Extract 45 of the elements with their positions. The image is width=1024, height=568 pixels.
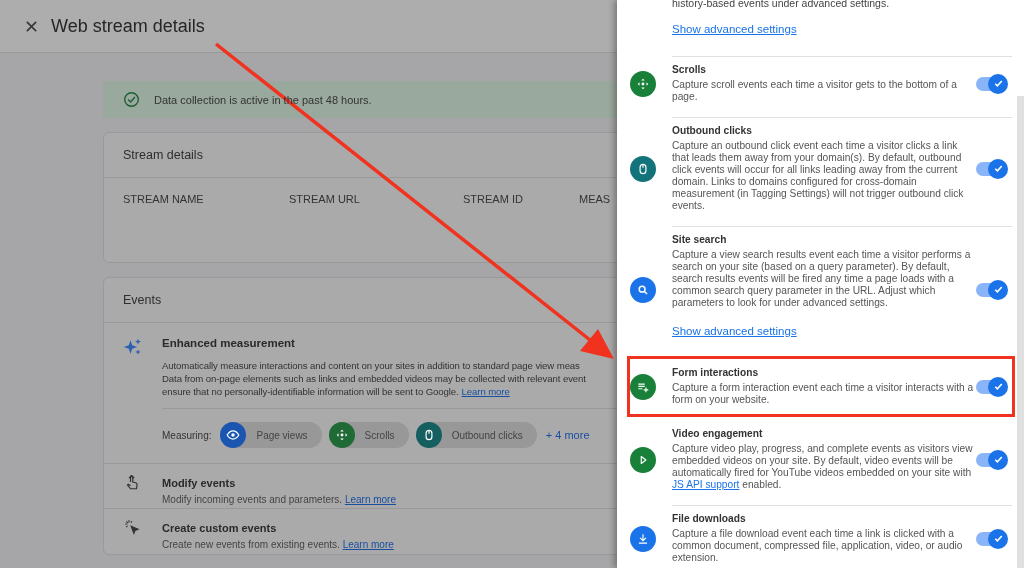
description-text: Automatically measure interactions and content on your sites in addition to standard page view meas bbox=[162, 359, 580, 372]
description-text: Data from on-page elements such as links and embedded videos may be collected with relevant event bbox=[162, 372, 586, 385]
setting-description: Capture scroll events each time a visitor gets to the bottom of a page. bbox=[672, 79, 958, 103]
column-header: STREAM NAME bbox=[123, 193, 205, 207]
page-title: Web stream details bbox=[51, 15, 205, 37]
row-description: Modify incoming events and parameters. bbox=[162, 494, 343, 505]
advanced-settings-link[interactable]: Show advanced settings bbox=[672, 325, 797, 337]
row-description: Create new events from existing events. bbox=[162, 539, 340, 550]
setting-title: Video engagement bbox=[672, 428, 764, 440]
card-title: Stream details bbox=[123, 148, 203, 162]
row-title: Modify events bbox=[162, 477, 236, 489]
scroll-icon bbox=[334, 428, 349, 442]
setting-description: Capture a form interaction event each time a visitor interacts with a form on your website. bbox=[672, 382, 974, 406]
learn-more-link[interactable]: Learn more bbox=[342, 539, 394, 550]
learn-more-link[interactable]: Learn more bbox=[344, 494, 396, 505]
setting-description: Capture a view search results event each time a visitor performs a search on your site (based on a query parameter). By default, search results events will be fired any time a page loads with a common search query parameter in the URL. Adjust which parameters to look for under advanced settings. bbox=[672, 249, 972, 309]
setting-description: Capture video play, progress, and complete events as visitors view embedded videos on your site. By default, video events will be automatically fired for YouTube videos embedded on your site with JS API support enabled. bbox=[672, 443, 974, 491]
more-link[interactable]: + 4 more bbox=[545, 429, 590, 441]
section-title: Enhanced measurement bbox=[162, 337, 296, 349]
row-title: Create custom events bbox=[162, 522, 277, 534]
measuring-label: Measuring: bbox=[162, 429, 212, 441]
cursor-icon bbox=[123, 518, 141, 536]
setting-title: File downloads bbox=[672, 513, 747, 525]
setting-title: Scrolls bbox=[672, 64, 707, 76]
measurement-chip: Scrolls bbox=[328, 422, 409, 448]
eye-icon bbox=[226, 428, 241, 442]
description-text: ensure that no personally-identifiable information will be sent to Google. bbox=[162, 385, 459, 398]
setting-title: Outbound clicks bbox=[672, 125, 753, 137]
sparkle-icon bbox=[123, 337, 143, 357]
learn-more-link[interactable]: Learn more bbox=[461, 385, 510, 398]
advanced-settings-link[interactable]: Show advanced settings bbox=[672, 23, 797, 35]
column-header: MEAS bbox=[579, 193, 611, 207]
close-icon[interactable] bbox=[25, 19, 38, 33]
setting-title: Form interactions bbox=[672, 367, 760, 379]
setting-description: Capture an outbound click event each time a visitor clicks a link that leads them away from your domain(s). By default, outbound click events will occur for all links leading away from the current domain. Links to domains configured for cross-domain measurement (in Tagging Settings) will not trigger outbound click events. bbox=[672, 140, 965, 212]
measurement-chip: Page views bbox=[220, 422, 322, 448]
measurement-chip: Outbound clicks bbox=[415, 422, 537, 448]
description-text: history-based events under advanced settings. bbox=[672, 0, 891, 9]
setting-description: Capture a file download event each time a link is clicked with a common document, compressed file, application, video, or audio extension. bbox=[672, 528, 964, 564]
check-circle-icon bbox=[123, 91, 140, 108]
card-title: Events bbox=[123, 293, 162, 307]
setting-title: Site search bbox=[672, 234, 728, 246]
column-header: STREAM ID bbox=[463, 193, 524, 207]
column-header: STREAM URL bbox=[289, 193, 361, 207]
api-link[interactable]: JS API support bbox=[672, 479, 740, 490]
